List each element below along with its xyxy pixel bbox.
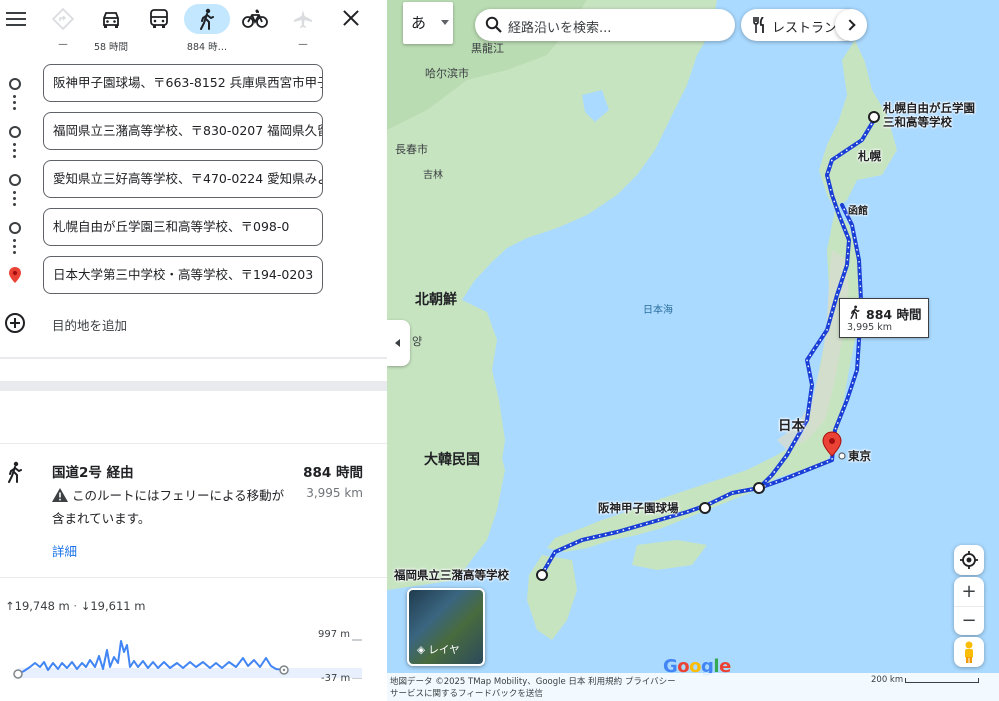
route-option[interactable]: 国道2号 経由 884 時間 3,995 km このルートにはフェリーによる移動… bbox=[0, 455, 387, 575]
attribution-bar: 地図データ ©2025 TMap Mobility、Google 日本 利用規約… bbox=[387, 673, 999, 701]
place-label-tokyo[interactable]: 東京 bbox=[848, 449, 871, 463]
elevation-profile: ↑19,748 m · ↓19,611 m 997 m -37 m bbox=[0, 597, 387, 697]
details-link[interactable]: 詳細 bbox=[52, 541, 77, 560]
mode-walk-label: 884 時… bbox=[186, 42, 228, 53]
restaurants-chip-label: レストラン bbox=[772, 21, 838, 36]
waypoint-circle-icon bbox=[9, 78, 21, 90]
scale-bar bbox=[905, 678, 979, 683]
waypoint-row: 愛知県立三好高等学校、〒470-0224 愛知県みよし市 bbox=[0, 158, 387, 206]
collapse-panel-button[interactable] bbox=[387, 320, 410, 366]
layers-icon: ◈ bbox=[417, 644, 429, 656]
mode-walk-button[interactable] bbox=[184, 4, 230, 34]
place-label-koshien[interactable]: 阪神甲子園球場 bbox=[598, 501, 679, 515]
divider bbox=[0, 443, 387, 444]
car-icon bbox=[103, 12, 119, 28]
waypoint-list: 阪神甲子園球場、〒663-8152 兵庫県西宮市甲子園町1-82 福岡県立三潴高… bbox=[0, 62, 387, 302]
divider bbox=[0, 357, 387, 359]
layers-label-wrap: ◈ レイヤ bbox=[417, 642, 460, 657]
my-location-button[interactable] bbox=[954, 545, 984, 575]
map-label-harbin: 哈尔滨市 bbox=[425, 67, 469, 80]
add-destination-label: 目的地を追加 bbox=[52, 318, 128, 333]
pegman-icon bbox=[965, 641, 973, 663]
waypoint-row: 福岡県立三潴高等学校、〒830-0207 福岡県久留米市 bbox=[0, 110, 387, 158]
waypoint-input-4[interactable]: 札幌自由が丘学園三和高等学校、〒098-0 bbox=[43, 208, 323, 246]
mode-car-label: 58 時間 bbox=[93, 42, 129, 53]
travel-mode-bar: — 58 時間 884 時… — bbox=[0, 0, 387, 56]
destination-input[interactable]: 日本大学第三中学校・高等学校、〒194-0203 bbox=[43, 256, 323, 294]
map-label-south-korea: 大韓民国 bbox=[424, 452, 480, 468]
destination-pin-icon bbox=[9, 267, 21, 283]
mode-flight-button[interactable] bbox=[280, 4, 326, 34]
waypoint-input-2[interactable]: 福岡県立三潴高等学校、〒830-0207 福岡県久留米市 bbox=[43, 112, 323, 150]
route-distance: 3,995 km bbox=[306, 486, 363, 500]
map-label-sea-of-japan: 日本海 bbox=[643, 305, 673, 316]
ferry-warning-text: このルートにはフェリーによる移動が含まれています。 bbox=[52, 488, 285, 526]
search-icon bbox=[485, 16, 502, 33]
restaurant-icon bbox=[753, 17, 764, 33]
search-placeholder: 経路沿いを検索... bbox=[508, 21, 612, 36]
place-label-hakodate: 函館 bbox=[848, 206, 868, 217]
map-label-north-korea: 北朝鮮 bbox=[415, 292, 457, 308]
map-label-jilin: 吉林 bbox=[423, 170, 443, 181]
place-label-sapporo: 札幌 bbox=[858, 149, 881, 163]
language-char: あ bbox=[411, 14, 427, 32]
chips-scroll-right-button[interactable] bbox=[835, 9, 867, 41]
waypoint-circle-icon bbox=[9, 222, 21, 234]
map-label-heilongjiang: 黒龍江 bbox=[471, 42, 504, 55]
place-label-fukuoka-school[interactable]: 福岡県立三潴高等学校 bbox=[394, 568, 509, 582]
mode-bike-button[interactable] bbox=[232, 4, 278, 34]
search-along-route-input[interactable]: 経路沿いを検索... bbox=[475, 9, 735, 41]
zoom-out-button[interactable]: − bbox=[954, 606, 984, 635]
layers-label: レイヤ bbox=[428, 644, 460, 656]
route-diamond-icon bbox=[52, 8, 74, 30]
elevation-max-label: 997 m bbox=[318, 629, 351, 640]
route-duration: 884 時間 bbox=[303, 465, 363, 481]
mode-best-button[interactable] bbox=[40, 4, 86, 34]
divider bbox=[0, 577, 387, 578]
feedback-link[interactable]: サービスに関するフィードバックを送信 bbox=[390, 687, 543, 699]
zoom-control: + − bbox=[954, 577, 984, 635]
waypoint-row: 阪神甲子園球場、〒663-8152 兵庫県西宮市甲子園町1-82 bbox=[0, 62, 387, 110]
waypoint-input-1[interactable]: 阪神甲子園球場、〒663-8152 兵庫県西宮市甲子園町1-82 bbox=[43, 64, 323, 102]
waypoint-row: 日本大学第三中学校・高等学校、〒194-0203 bbox=[0, 254, 387, 302]
zoom-in-button[interactable]: + bbox=[954, 577, 984, 606]
bus-icon bbox=[150, 9, 168, 28]
route-via-title: 国道2号 経由 bbox=[52, 465, 134, 481]
elevation-min-label: -37 m bbox=[321, 673, 351, 684]
divider bbox=[0, 381, 387, 391]
place-label-japan: 日本 bbox=[778, 418, 805, 434]
input-language-button[interactable]: あ bbox=[403, 2, 453, 44]
street-view-pegman-button[interactable] bbox=[954, 637, 984, 667]
mode-car-button[interactable] bbox=[88, 4, 134, 34]
attribution-text[interactable]: 地図データ ©2025 TMap Mobility、Google 日本 利用規約… bbox=[390, 675, 676, 687]
dropdown-caret-icon bbox=[441, 20, 449, 25]
walk-icon bbox=[850, 305, 860, 319]
layers-button[interactable]: ◈ レイヤ bbox=[407, 588, 485, 666]
airplane-icon bbox=[294, 10, 312, 28]
route-duration-callout[interactable]: 884 時間 3,995 km bbox=[839, 298, 929, 338]
map-label-yang: 양 bbox=[412, 335, 423, 348]
map-label-changchun: 長春市 bbox=[395, 143, 428, 156]
map-canvas[interactable]: 黒龍江 哈尔滨市 長春市 吉林 北朝鮮 양 大韓民国 日本海 札幌自由が丘学園 … bbox=[387, 0, 999, 701]
close-directions-button[interactable] bbox=[340, 8, 362, 30]
crosshair-icon bbox=[960, 551, 978, 569]
add-circle-icon bbox=[5, 313, 25, 333]
waypoint-row: 札幌自由が丘学園三和高等学校、〒098-0 bbox=[0, 206, 387, 254]
mode-transit-button[interactable] bbox=[136, 4, 182, 34]
menu-button[interactable] bbox=[4, 8, 28, 32]
waypoint-input-3[interactable]: 愛知県立三好高等学校、〒470-0224 愛知県みよし市 bbox=[43, 160, 323, 198]
waypoint-circle-icon bbox=[9, 174, 21, 186]
mode-flight-label: — bbox=[298, 39, 308, 50]
walk-icon bbox=[200, 8, 214, 30]
add-destination-button[interactable]: 目的地を追加 bbox=[0, 312, 387, 336]
place-label-sapporo-school[interactable]: 札幌自由が丘学園 三和高等学校 bbox=[883, 101, 975, 129]
directions-panel: — 58 時間 884 時… — 阪神甲子園球場、〒663-8152 兵庫県西宮… bbox=[0, 0, 387, 701]
callout-duration: 884 時間 bbox=[866, 307, 922, 322]
walk-icon bbox=[8, 461, 22, 483]
callout-distance: 3,995 km bbox=[847, 322, 892, 333]
scale-label[interactable]: 200 km bbox=[871, 675, 903, 685]
bicycle-icon bbox=[242, 9, 268, 28]
waypoint-circle-icon bbox=[9, 126, 21, 138]
